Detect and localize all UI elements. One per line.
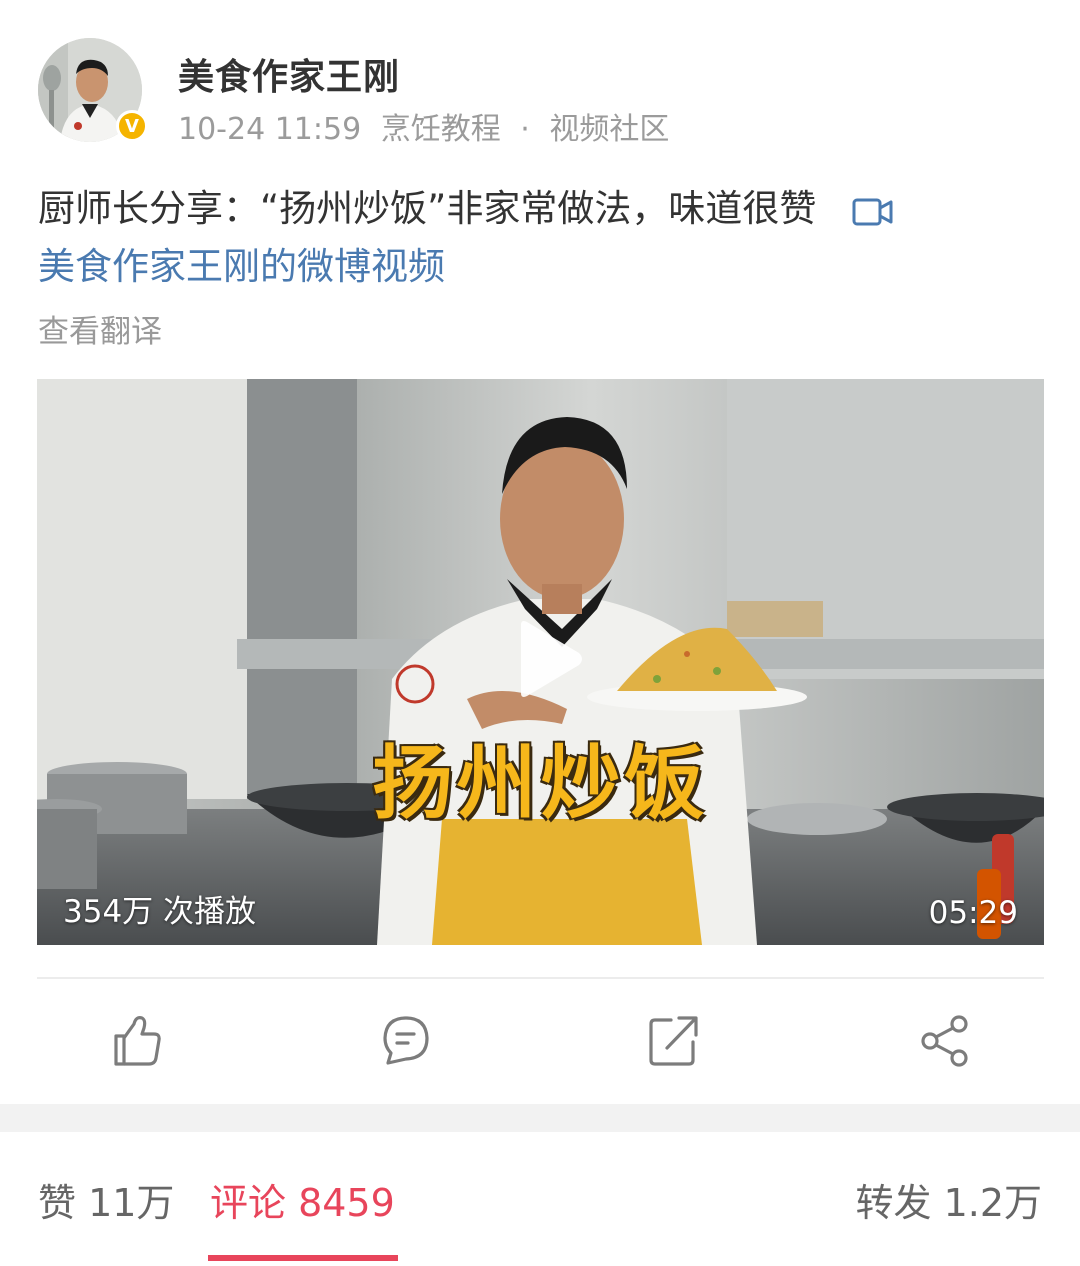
comment-icon[interactable] (376, 1010, 436, 1070)
author-name[interactable]: 美食作家王刚 (178, 48, 400, 100)
thumbs-up-icon[interactable] (106, 1010, 166, 1070)
author-avatar[interactable]: V (38, 38, 148, 142)
share-icon[interactable] (915, 1010, 975, 1070)
verified-badge-icon: V (116, 110, 148, 142)
section-gap (0, 1104, 1080, 1132)
engagement-tabs: 赞 11万 评论 8459 转发 1.2万 (0, 1132, 1080, 1266)
tab-comments[interactable]: 评论 8459 (210, 1172, 395, 1227)
repost-icon[interactable] (643, 1010, 703, 1070)
post-text: 厨师长分享：“扬州炒饭”非家常做法，味道很赞 (38, 187, 817, 230)
video-title-overlay: 扬州炒饭 (372, 737, 709, 830)
action-bar (0, 1000, 1080, 1090)
tab-likes[interactable]: 赞 11万 (38, 1172, 174, 1227)
translate-link[interactable]: 查看翻译 (38, 306, 162, 351)
tab-reposts[interactable]: 转发 1.2万 (855, 1172, 1042, 1227)
post-timestamp: 10-24 11:59 (178, 112, 362, 147)
play-icon[interactable] (507, 619, 587, 699)
post-source[interactable]: 视频社区 (549, 112, 669, 147)
video-link[interactable]: 美食作家王刚的微博视频 (38, 245, 445, 288)
video-duration: 05:29 (928, 895, 1018, 931)
divider (37, 977, 1044, 979)
active-tab-indicator (208, 1255, 398, 1261)
video-player[interactable]: 扬州炒饭 354万 次播放 05:29 (37, 379, 1044, 945)
post-body: 厨师长分享：“扬州炒饭”非家常做法，味道很赞 美食作家王刚的微博视频 (38, 180, 1048, 296)
video-camera-icon[interactable] (852, 197, 894, 227)
meta-separator: · (520, 112, 530, 147)
play-count: 354万 次播放 (63, 894, 257, 930)
post-category[interactable]: 烹饪教程 (381, 112, 501, 147)
post-meta: 10-24 11:59 烹饪教程 · 视频社区 (178, 104, 679, 148)
